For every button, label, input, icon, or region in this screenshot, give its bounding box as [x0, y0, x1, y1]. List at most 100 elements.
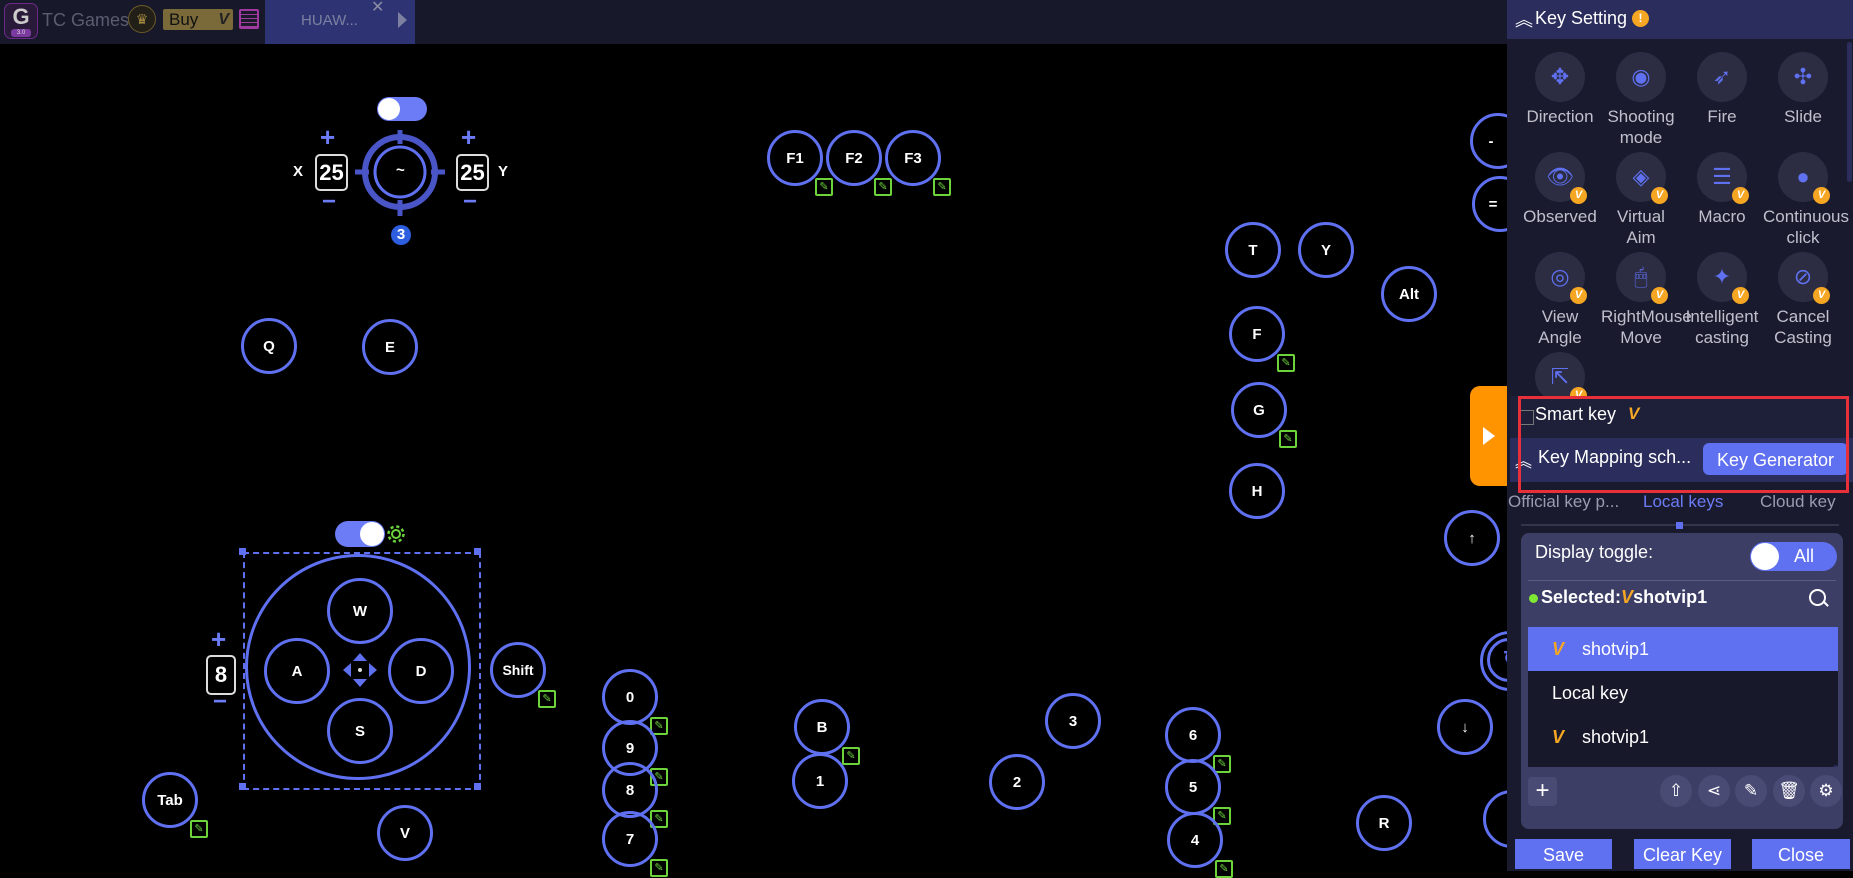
menu-icon[interactable]: [239, 9, 259, 29]
close-icon[interactable]: ✕: [371, 0, 384, 17]
x-plus-button[interactable]: +: [320, 122, 335, 153]
list-item[interactable]: Local key: [1528, 671, 1838, 715]
tool-grid-scrollbar[interactable]: [1847, 42, 1852, 182]
gear-icon[interactable]: [386, 524, 406, 544]
key-7[interactable]: Alt: [1381, 266, 1437, 322]
tab-cloud-keys[interactable]: Cloud key: [1760, 492, 1836, 512]
clear-key-button[interactable]: Clear Key: [1634, 839, 1731, 869]
resize-handle[interactable]: [239, 783, 246, 790]
key-a[interactable]: A: [264, 638, 330, 704]
key-24[interactable]: 2: [989, 754, 1045, 810]
upload-icon[interactable]: ⇧: [1660, 775, 1692, 807]
tool-continuous-click[interactable]: ● V Continuous click: [1763, 152, 1849, 248]
edit-icon[interactable]: ✎: [1215, 860, 1233, 878]
tool-slide[interactable]: ✣ Slide: [1763, 52, 1843, 127]
info-icon[interactable]: !: [1632, 10, 1649, 27]
x-value-field[interactable]: 25: [315, 154, 348, 191]
tool-cancel-casting[interactable]: ⊘ V Cancel Casting: [1763, 252, 1843, 348]
tool-rightmouse-move[interactable]: 🖱 V RightMouse Move: [1601, 252, 1692, 348]
scroll-icon: ☰ V: [1697, 152, 1749, 204]
tool-macro[interactable]: ☰ V Macro: [1682, 152, 1762, 227]
key-6[interactable]: Y: [1298, 222, 1354, 278]
collapse-panel-button[interactable]: [1470, 386, 1507, 486]
tab-official-keys[interactable]: Official key p...: [1508, 492, 1619, 512]
search-icon[interactable]: [1809, 589, 1826, 606]
device-tab-label: HUAW...: [301, 12, 358, 29]
key-w[interactable]: W: [327, 578, 393, 644]
tool-observed[interactable]: 👁 V Observed: [1520, 152, 1600, 227]
save-button[interactable]: Save: [1515, 839, 1612, 869]
edit-icon[interactable]: ✎: [1277, 354, 1295, 372]
key-29[interactable]: R: [1356, 795, 1412, 851]
app-logo[interactable]: G 3.0: [4, 3, 38, 39]
edit-icon[interactable]: ✎: [650, 859, 668, 877]
y-label: Y: [498, 163, 509, 180]
display-toggle-switch[interactable]: All: [1750, 542, 1837, 571]
external-icon: ⇱ V: [1535, 352, 1587, 404]
aim-icon: ◈ V: [1616, 152, 1668, 204]
buy-vip-button[interactable]: Buy V: [163, 9, 233, 30]
key-25[interactable]: 3: [1045, 693, 1101, 749]
edit-icon[interactable]: ✎: [190, 820, 208, 838]
tool-label: Intelligent casting: [1685, 307, 1759, 347]
key-s[interactable]: S: [327, 698, 393, 764]
dot-icon: ● V: [1778, 152, 1830, 204]
aim-toggle[interactable]: [377, 97, 427, 121]
collapse-chevron-icon[interactable]: ︽: [1515, 6, 1533, 32]
key-13[interactable]: ↑: [1444, 510, 1500, 566]
trash-icon[interactable]: 🗑: [1773, 775, 1805, 807]
expand-arrow-icon[interactable]: [398, 12, 407, 28]
joystick-plus-button[interactable]: +: [211, 624, 226, 655]
y-plus-button[interactable]: +: [461, 122, 476, 153]
tool-shooting-mode[interactable]: ◉ Shooting mode: [1601, 52, 1681, 148]
key-3[interactable]: Q: [241, 318, 297, 374]
tool-fire[interactable]: ➶ Fire: [1682, 52, 1762, 127]
vip-badge-icon: V: [1570, 287, 1587, 304]
joystick-minus-button[interactable]: −: [213, 688, 227, 716]
vip-badge-icon: V: [1813, 287, 1830, 304]
key-5[interactable]: T: [1225, 222, 1281, 278]
key-23[interactable]: 1: [792, 753, 848, 809]
resize-handle[interactable]: [474, 783, 481, 790]
key-17[interactable]: V: [377, 805, 433, 861]
tab-local-keys[interactable]: Local keys: [1643, 492, 1723, 512]
resize-handle[interactable]: [239, 548, 246, 555]
add-scheme-button[interactable]: +: [1528, 777, 1557, 806]
tool-label: Observed: [1523, 207, 1597, 226]
eye-icon: ◎ V: [1535, 252, 1587, 304]
scheme-list: Vshotvip1 Local key Vshotvip1 Custom key…: [1528, 627, 1838, 767]
tool-intelligent-casting[interactable]: ✦ V Intelligent casting: [1682, 252, 1762, 348]
x-minus-button[interactable]: −: [322, 188, 336, 216]
key-14[interactable]: ↓: [1437, 699, 1493, 755]
edit-icon[interactable]: ✎: [815, 178, 833, 196]
device-tab[interactable]: HUAW... ✕: [265, 0, 415, 44]
scheme-tabs: Official key p... Local keys Cloud key: [1507, 492, 1853, 522]
key-d[interactable]: D: [388, 638, 454, 704]
vip-badge-icon: V: [1732, 187, 1749, 204]
edit-icon[interactable]: ✎: [842, 747, 860, 765]
y-minus-button[interactable]: −: [463, 188, 477, 216]
edit-icon[interactable]: ✎: [874, 178, 892, 196]
tool-direction[interactable]: ✥ Direction: [1520, 52, 1600, 127]
edit-icon[interactable]: ✎: [933, 178, 951, 196]
list-item[interactable]: Vshotvip1: [1528, 715, 1838, 759]
key-4[interactable]: E: [362, 319, 418, 375]
tool-virtual-aim[interactable]: ◈ V Virtual Aim: [1601, 152, 1681, 248]
list-scrollbar[interactable]: [1833, 765, 1838, 767]
tool-view-angle[interactable]: ◎ V View Angle: [1520, 252, 1600, 348]
y-value-field[interactable]: 25: [456, 154, 489, 191]
resize-handle[interactable]: [474, 548, 481, 555]
settings-icon[interactable]: ⚙: [1810, 775, 1842, 807]
joystick-toggle[interactable]: [335, 521, 385, 547]
share-icon[interactable]: ⋖: [1698, 775, 1730, 807]
crown-icon[interactable]: ♛: [128, 5, 156, 33]
list-item[interactable]: Custom key(1): [1528, 759, 1838, 767]
edit-icon[interactable]: ✎: [538, 690, 556, 708]
edit-icon[interactable]: ✎: [1279, 430, 1297, 448]
edit-icon[interactable]: ✎: [1735, 775, 1767, 807]
list-item[interactable]: Vshotvip1: [1528, 627, 1838, 671]
status-dot: [1529, 593, 1538, 603]
key-10[interactable]: H: [1229, 463, 1285, 519]
panel-header[interactable]: ︽ Key Setting !: [1507, 0, 1853, 39]
close-button[interactable]: Close: [1752, 839, 1850, 869]
